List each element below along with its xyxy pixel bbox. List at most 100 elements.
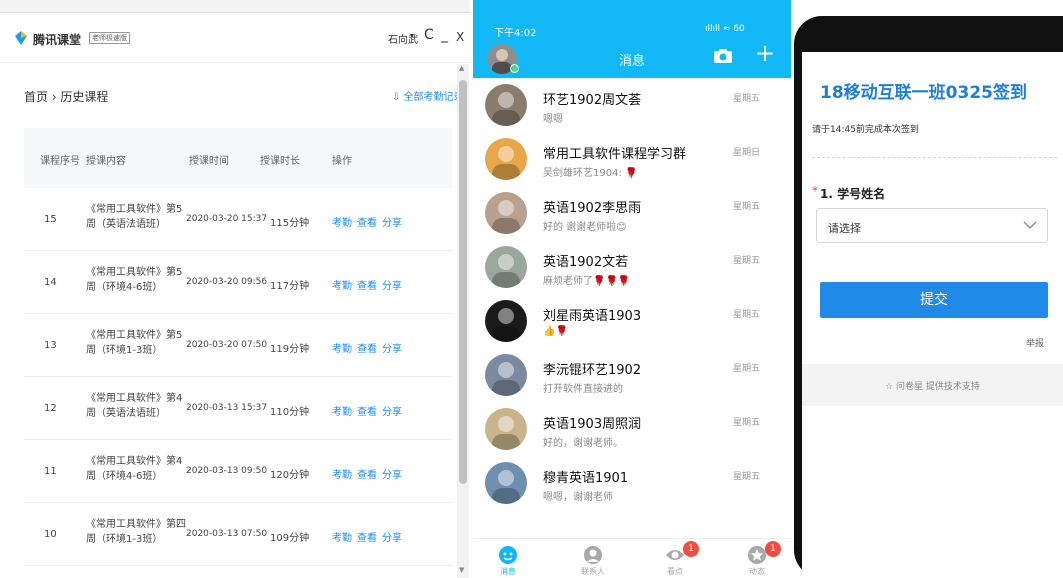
chat-list-item[interactable]: 英语1903周照润 好的，谢谢老师。 星期五 xyxy=(473,402,791,456)
view-button[interactable]: 查看 xyxy=(357,214,377,229)
tencent-classroom-window: 腾讯课堂 老师极速版 石向武 ▾ C _ X 首页 › 历史课程 ⇩ 全部考勤记… xyxy=(0,0,470,578)
cell-time: 2020-03-20 09:56 xyxy=(186,277,268,287)
required-marker: * xyxy=(812,184,818,198)
chat-name: 常用工具软件课程学习群 xyxy=(543,147,687,162)
tab-messages[interactable]: 消息 xyxy=(478,539,538,578)
cell-time: 2020-03-20 15:37 xyxy=(186,214,268,224)
select-placeholder: 请选择 xyxy=(828,222,861,235)
submit-button[interactable]: 提交 xyxy=(820,282,1048,318)
cell-time: 2020-03-13 07:50 xyxy=(186,529,268,539)
chat-preview: 好的 谢谢老师啦😊 xyxy=(543,222,627,233)
share-button[interactable]: 分享 xyxy=(382,529,402,544)
tencent-classroom-logo-icon xyxy=(15,31,27,45)
contact-avatar xyxy=(485,246,527,288)
refresh-button[interactable]: C xyxy=(424,27,434,43)
tab-contacts[interactable]: 联系人 xyxy=(563,539,623,578)
chat-day: 星期五 xyxy=(733,202,761,212)
attendance-button[interactable]: 考勤 xyxy=(332,529,352,544)
cell-course-no: 13 xyxy=(44,340,57,351)
add-icon[interactable]: + xyxy=(755,40,775,66)
share-button[interactable]: 分享 xyxy=(382,466,402,481)
chat-preview: 打开软件直接进的 xyxy=(543,384,623,395)
survey-deadline-note: 请于14:45前完成本次签到 xyxy=(812,125,919,135)
table-row: 13 《常用工具软件》第5周（环境1-3班） 2020-03-20 07:50 119… xyxy=(24,314,452,377)
chat-list-item[interactable]: 英语1902李思雨好的 谢谢老师啦😊 星期五 xyxy=(473,186,791,240)
cell-time: 2020-03-13 15:37 xyxy=(186,403,268,413)
tab-moments[interactable]: 1 动态 xyxy=(727,539,787,578)
app-name: 腾讯课堂 xyxy=(33,33,82,47)
scrollbar-thumb[interactable] xyxy=(459,80,467,484)
cell-course-no: 12 xyxy=(44,403,57,414)
view-button[interactable]: 查看 xyxy=(357,529,377,544)
chat-list-item[interactable]: 环艺1902周文荟 嗯嗯 星期五 xyxy=(473,78,791,132)
camera-icon[interactable] xyxy=(713,48,733,64)
chat-list-item[interactable]: 常用工具软件课程学习群 吴剑雄环艺1904: 🌹 星期日 xyxy=(473,132,791,186)
messages-header: 下午4:02 ıllıll ≈ 60 消息 + xyxy=(473,0,791,78)
table-row: 11 《常用工具软件》第4周（环境4-6班） 2020-03-13 09:50 120… xyxy=(24,440,452,503)
powered-by-text: ☆ 问卷星 提供技术支持 xyxy=(885,382,980,392)
chat-list-item[interactable]: 刘星雨英语1903 👍🌹 星期五 xyxy=(473,294,791,348)
survey-screen: 18移动互联一班0325签到 请于14:45前完成本次签到 * 1. 学号姓名 … xyxy=(802,52,1063,578)
view-button[interactable]: 查看 xyxy=(357,340,377,355)
share-button[interactable]: 分享 xyxy=(382,277,402,292)
report-link[interactable]: 举报 xyxy=(1026,336,1044,349)
bottom-tab-bar: 消息 联系人 1 看点 1 动态 xyxy=(473,538,791,578)
chat-preview: 麻烦老师了🌹🌹🌹 xyxy=(543,276,631,287)
qq-messages-screen: 下午4:02 ıllıll ≈ 60 消息 + 环艺1902周文荟 嗯嗯 星期五 常用… xyxy=(473,0,791,578)
view-button[interactable]: 查看 xyxy=(357,277,377,292)
chat-list-item[interactable]: 穆青英语1901 嗯嗯，谢谢老师 星期五 xyxy=(473,456,791,510)
contact-avatar xyxy=(485,84,527,126)
attendance-button[interactable]: 考勤 xyxy=(332,277,352,292)
cell-course-no: 11 xyxy=(44,466,57,477)
download-attendance-link[interactable]: ⇩ 全部考勤记录 xyxy=(392,88,464,103)
chat-day: 星期五 xyxy=(733,364,761,374)
cell-duration: 117分钟 xyxy=(270,281,310,292)
eye-tab-icon xyxy=(666,550,684,560)
chat-name: 穆青英语1901 xyxy=(543,471,629,486)
cell-time: 2020-03-20 07:50 xyxy=(186,340,268,350)
scroll-down-icon[interactable]: ▼ xyxy=(459,566,464,574)
tab-discover[interactable]: 1 看点 xyxy=(645,539,705,578)
share-button[interactable]: 分享 xyxy=(382,340,402,355)
attendance-button[interactable]: 考勤 xyxy=(332,466,352,481)
student-select[interactable]: 请选择 xyxy=(816,208,1048,243)
cell-course-no: 14 xyxy=(44,277,57,288)
share-button[interactable]: 分享 xyxy=(382,403,402,418)
window-top-strip xyxy=(0,0,470,13)
course-history-table: 课程序号 授课内容 授课时间 授课时长 操作 15 《常用工具软件》第5周（英语法… xyxy=(24,128,452,566)
attendance-button[interactable]: 考勤 xyxy=(332,340,352,355)
cell-duration: 115分钟 xyxy=(270,218,310,229)
messages-tab-icon xyxy=(499,546,517,564)
chat-list-item[interactable]: 李沅锟环艺1902 打开软件直接进的 星期五 xyxy=(473,348,791,402)
table-header: 课程序号 授课内容 授课时间 授课时长 操作 xyxy=(24,128,452,188)
view-button[interactable]: 查看 xyxy=(357,403,377,418)
close-button[interactable]: X xyxy=(456,29,464,45)
contact-avatar xyxy=(485,354,527,396)
page-title: 消息 xyxy=(618,54,645,69)
tab-label: 看点 xyxy=(667,567,683,576)
chat-list: 环艺1902周文荟 嗯嗯 星期五 常用工具软件课程学习群 吴剑雄环艺1904: 🌹 星期日… xyxy=(473,78,791,510)
chat-name: 环艺1902周文荟 xyxy=(543,93,642,108)
cell-content: 《常用工具软件》第5周（英语法语班） xyxy=(86,204,183,230)
scroll-up-icon[interactable]: ▲ xyxy=(459,64,464,72)
cell-content: 《常用工具软件》第5周（环境4-6班） xyxy=(86,267,183,293)
footer: ☆ 问卷星 提供技术支持 xyxy=(802,364,1063,406)
user-dropdown-icon[interactable]: ▾ xyxy=(410,31,414,40)
chat-list-item[interactable]: 英语1902文若 麻烦老师了🌹🌹🌹 星期五 xyxy=(473,240,791,294)
contact-avatar xyxy=(485,462,527,504)
cell-content: 《常用工具软件》第4周（英语法语班） xyxy=(86,393,183,419)
cell-duration: 109分钟 xyxy=(270,533,310,544)
attendance-button[interactable]: 考勤 xyxy=(332,214,352,229)
chat-day: 星期五 xyxy=(733,310,761,320)
notification-badge: 1 xyxy=(683,541,699,557)
cell-duration: 110分钟 xyxy=(270,407,310,418)
person-icon xyxy=(492,92,520,126)
chat-preview: 好的，谢谢老师。 xyxy=(543,438,623,449)
chat-name: 英语1902李思雨 xyxy=(543,201,642,216)
header-time: 授课时间 xyxy=(189,156,229,167)
attendance-button[interactable]: 考勤 xyxy=(332,403,352,418)
person-icon xyxy=(492,200,520,234)
share-button[interactable]: 分享 xyxy=(382,214,402,229)
view-button[interactable]: 查看 xyxy=(357,466,377,481)
minimize-button[interactable]: _ xyxy=(441,27,448,43)
